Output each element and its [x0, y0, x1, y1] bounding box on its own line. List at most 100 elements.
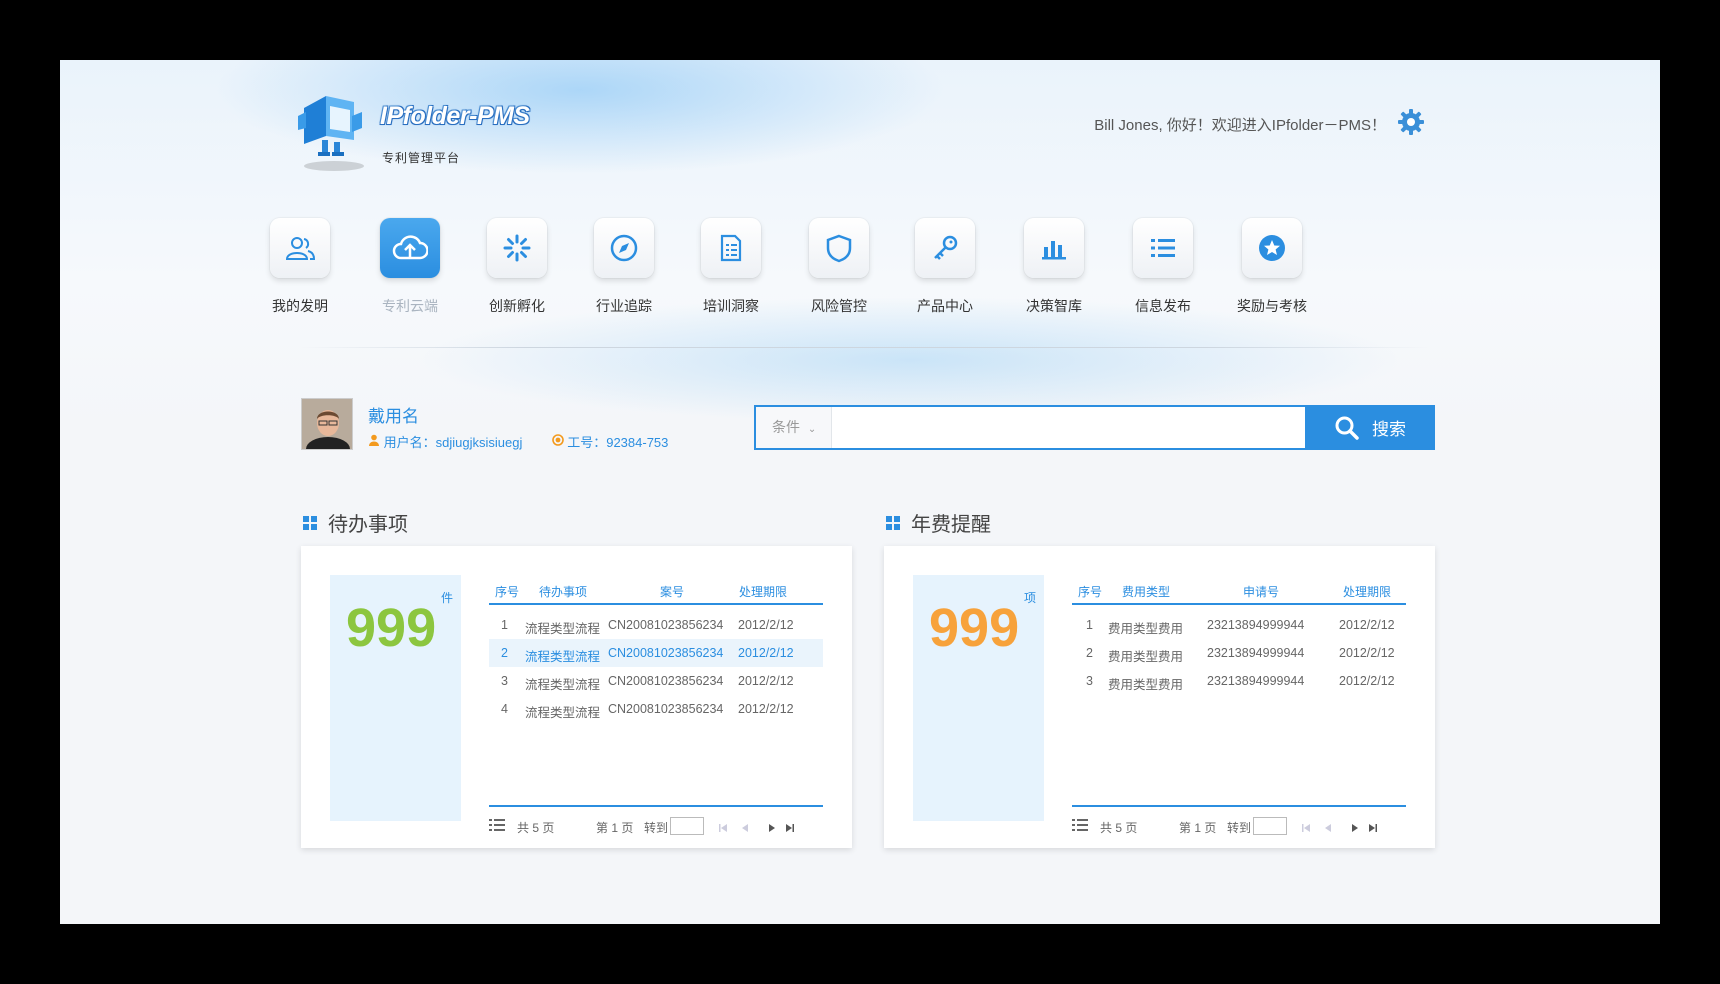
nav-item-rewards[interactable]: 奖励与考核 — [1217, 218, 1327, 316]
list-icon — [1151, 239, 1175, 257]
compass-icon — [610, 234, 638, 262]
nav-label: 专利云端 — [382, 298, 438, 314]
nav-item-risk-control[interactable]: 风险管控 — [784, 218, 894, 316]
nav-label: 培训洞察 — [703, 298, 759, 314]
table-row[interactable]: 3 流程类型流程 CN20081023856234 2012/2/12 — [489, 667, 823, 695]
welcome-text: Bill Jones, 你好！欢迎进入IPfolder－PMS！ — [1094, 117, 1386, 134]
shield-icon — [826, 234, 852, 263]
cell-case-no: CN20081023856234 — [608, 618, 724, 632]
table-header: 序号 费用类型 申请号 处理期限 — [1072, 575, 1406, 605]
nav-item-industry-tracking[interactable]: 行业追踪 — [569, 218, 679, 316]
table-row[interactable]: 1 费用类型费用 23213894999944 2012/2/12 — [1072, 611, 1406, 639]
col-header: 费用类型 — [1122, 585, 1171, 599]
first-page-icon[interactable] — [1301, 823, 1311, 833]
fee-pagination: 共 5 页 第 1 页 转到 — [1072, 805, 1406, 835]
nav-tile[interactable] — [915, 218, 975, 278]
fee-panel: 999 项 序号 费用类型 申请号 处理期限 1 费用类型费用 23213894… — [884, 546, 1435, 848]
nav-label: 产品中心 — [917, 298, 973, 314]
todo-unit: 件 — [440, 591, 453, 605]
next-page-icon[interactable] — [767, 823, 777, 833]
user-icon — [368, 434, 380, 449]
cell-type: 流程类型流程 — [525, 622, 601, 636]
todo-section-title: 待办事项 — [303, 508, 408, 537]
fee-count: 999 — [929, 598, 1020, 658]
fee-unit: 项 — [1023, 591, 1036, 605]
current-page: 第 1 页 — [596, 821, 634, 835]
todo-count-box: 999 件 — [330, 575, 461, 821]
nav-item-patent-cloud[interactable]: 专利云端 — [355, 218, 465, 316]
cell-deadline: 2012/2/12 — [738, 674, 794, 688]
nav-tile[interactable] — [701, 218, 761, 278]
first-page-icon[interactable] — [718, 823, 728, 833]
app-name: IPfolder-PMS — [380, 102, 530, 130]
nav-tile[interactable] — [1024, 218, 1084, 278]
folder-robot-icon — [298, 96, 364, 171]
avatar[interactable] — [301, 398, 353, 450]
nav-item-product-center[interactable]: 产品中心 — [890, 218, 1000, 316]
nav-tile[interactable] — [1133, 218, 1193, 278]
nav-label: 我的发明 — [272, 298, 328, 314]
todo-count: 999 — [346, 598, 437, 658]
table-row[interactable]: 2 流程类型流程 CN20081023856234 2012/2/12 — [489, 639, 823, 667]
key-icon — [934, 235, 958, 260]
last-page-icon[interactable] — [1368, 823, 1378, 833]
cell-index: 1 — [1086, 618, 1093, 632]
nav-tile[interactable] — [270, 218, 330, 278]
table-row[interactable]: 4 流程类型流程 CN20081023856234 2012/2/12 — [489, 695, 823, 723]
employee-id-label: 工号：92384-753 — [567, 435, 669, 450]
cell-index: 1 — [501, 618, 508, 632]
prev-page-icon[interactable] — [740, 823, 750, 833]
nav-item-decision[interactable]: 决策智库 — [999, 218, 1109, 316]
gear-icon[interactable] — [1396, 107, 1426, 137]
nav-label: 创新孵化 — [489, 298, 545, 314]
document-icon — [720, 234, 742, 262]
cell-index: 3 — [1086, 674, 1093, 688]
col-header: 案号 — [660, 585, 685, 599]
col-header: 处理期限 — [739, 585, 788, 599]
app-logo[interactable]: IPfolder-PMS 专利管理平台 — [296, 82, 556, 174]
col-header: 序号 — [1078, 585, 1103, 599]
nav-item-innovation[interactable]: 创新孵化 — [462, 218, 572, 316]
table-row[interactable]: 2 费用类型费用 23213894999944 2012/2/12 — [1072, 639, 1406, 667]
nav-item-info-publish[interactable]: 信息发布 — [1108, 218, 1218, 316]
cell-case-no: CN20081023856234 — [608, 702, 724, 716]
nav-tile[interactable] — [594, 218, 654, 278]
todo-pagination: 共 5 页 第 1 页 转到 — [489, 805, 823, 835]
device-frame: IPfolder-PMS 专利管理平台 Bill Jones, 你好！欢迎进入I… — [0, 0, 1720, 984]
bar-chart-icon — [1042, 241, 1066, 260]
search-condition-label: 条件 — [772, 419, 800, 435]
goto-page-input[interactable] — [1253, 817, 1287, 835]
nav-tile[interactable] — [380, 218, 440, 278]
list-icon[interactable] — [1072, 819, 1088, 832]
nav-label: 行业追踪 — [596, 298, 652, 314]
prev-page-icon[interactable] — [1323, 823, 1333, 833]
next-page-icon[interactable] — [1350, 823, 1360, 833]
cell-index: 4 — [501, 702, 508, 716]
cell-case-no: CN20081023856234 — [608, 646, 724, 660]
nav-tile[interactable] — [487, 218, 547, 278]
avatar-photo — [302, 399, 352, 449]
list-icon[interactable] — [489, 819, 505, 832]
search-button-label: 搜索 — [1372, 420, 1406, 439]
nav-tile[interactable] — [809, 218, 869, 278]
cloud-upload-icon — [392, 235, 428, 260]
table-row[interactable]: 1 流程类型流程 CN20081023856234 2012/2/12 — [489, 611, 823, 639]
cell-index: 2 — [501, 646, 508, 660]
cell-type: 费用类型费用 — [1108, 622, 1184, 636]
todo-table: 序号 待办事项 案号 处理期限 1 流程类型流程 CN2008102385623… — [489, 575, 823, 723]
goto-label: 转到 — [1227, 821, 1252, 835]
col-header: 待办事项 — [539, 585, 588, 599]
nav-tile[interactable] — [1242, 218, 1302, 278]
goto-page-input[interactable] — [670, 817, 704, 835]
table-row[interactable]: 3 费用类型费用 23213894999944 2012/2/12 — [1072, 667, 1406, 695]
search-condition-dropdown[interactable]: 条件 ⌄ — [756, 407, 832, 448]
nav-item-my-invention[interactable]: 我的发明 — [245, 218, 355, 316]
user-display-name: 戴用名 — [368, 407, 419, 426]
last-page-icon[interactable] — [785, 823, 795, 833]
nav-item-training[interactable]: 培训洞察 — [676, 218, 786, 316]
cell-deadline: 2012/2/12 — [738, 702, 794, 716]
search-button[interactable]: 搜索 — [1305, 405, 1435, 450]
search-input[interactable] — [836, 409, 1256, 446]
cell-index: 3 — [501, 674, 508, 688]
search-bar: 条件 ⌄ 搜索 — [754, 405, 1435, 450]
